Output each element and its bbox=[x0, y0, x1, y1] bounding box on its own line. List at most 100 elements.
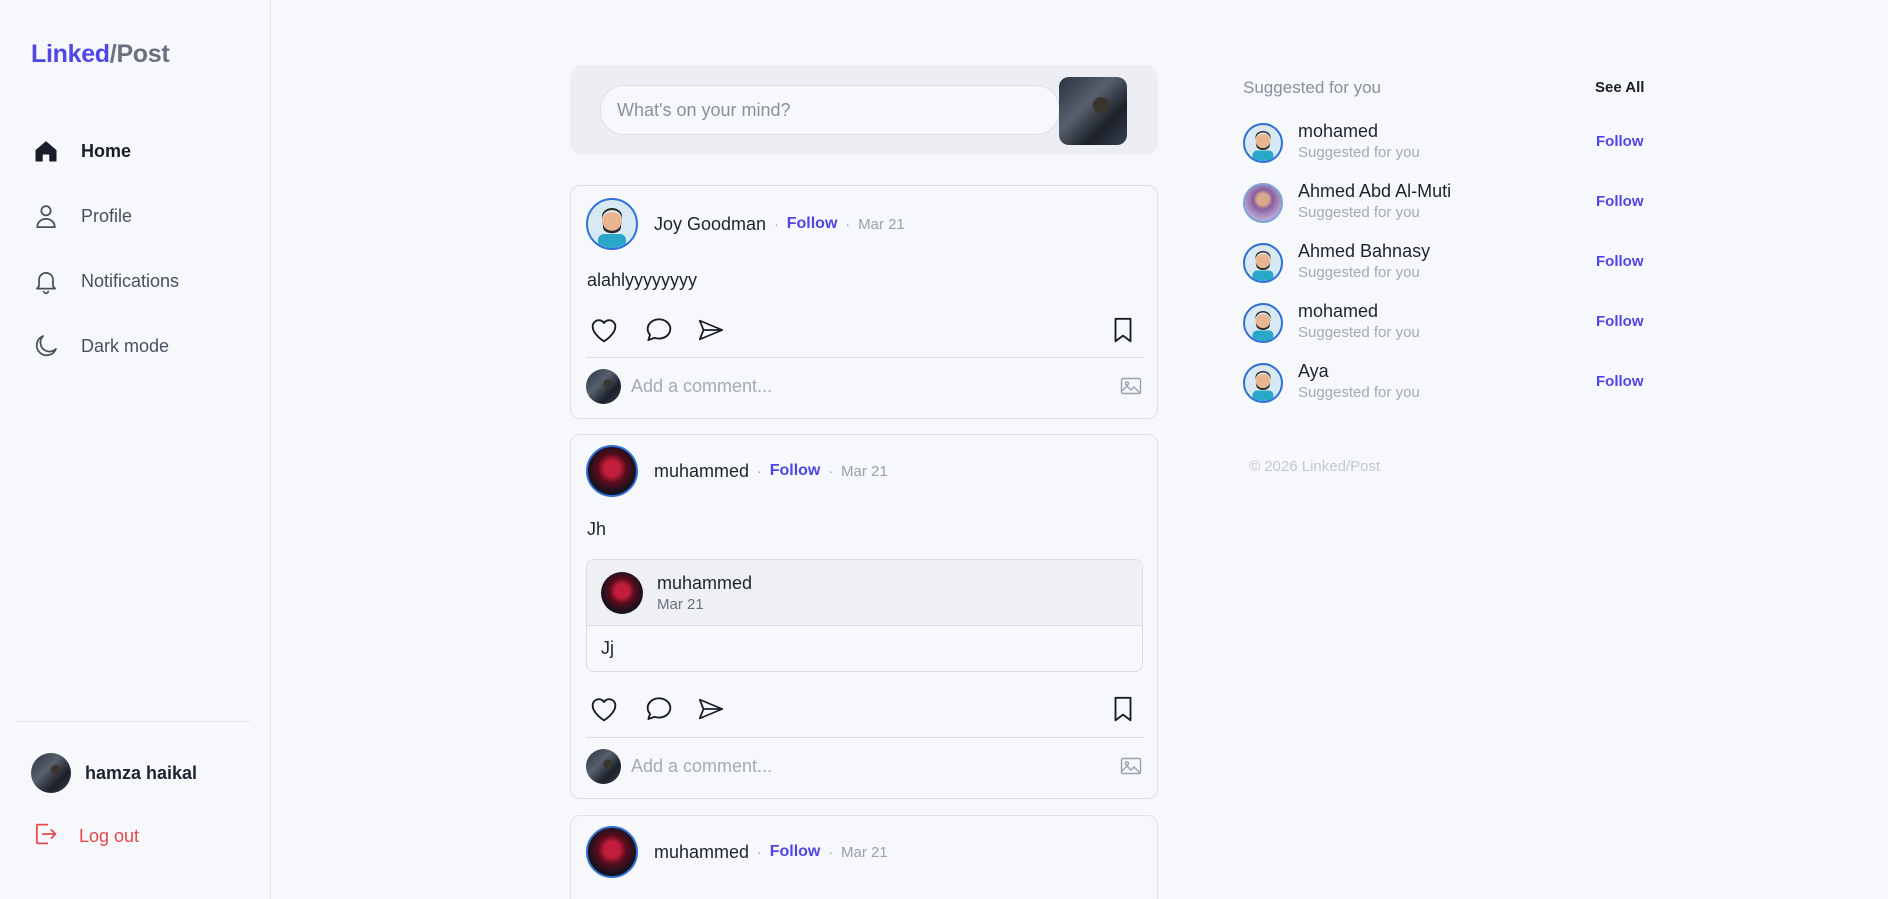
bookmark-icon[interactable] bbox=[1105, 691, 1141, 727]
composer-input[interactable] bbox=[600, 85, 1060, 135]
nav-label-home: Home bbox=[81, 140, 132, 161]
post-card: muhammed · Follow · Mar 21 bbox=[570, 815, 1158, 899]
shared-post-author: muhammed bbox=[657, 572, 753, 593]
follow-button[interactable]: Follow bbox=[1596, 373, 1644, 390]
see-all-link[interactable]: See All bbox=[1595, 79, 1644, 96]
post-author[interactable]: muhammed bbox=[654, 842, 749, 863]
comment-icon[interactable] bbox=[641, 312, 677, 348]
author-avatar[interactable] bbox=[586, 445, 638, 497]
post-actions bbox=[586, 691, 1141, 727]
bell-icon bbox=[31, 266, 61, 296]
post-author[interactable]: Joy Goodman bbox=[654, 214, 766, 235]
suggestion-name[interactable]: Ahmed Bahnasy bbox=[1298, 241, 1430, 262]
comment-input[interactable] bbox=[631, 375, 1091, 397]
nav-item-profile[interactable]: Profile bbox=[31, 198, 132, 234]
follow-button[interactable]: Follow bbox=[1596, 193, 1644, 210]
suggestion-item: mohamed Suggested for you Follow bbox=[1243, 121, 1644, 165]
current-user[interactable]: hamza haikal bbox=[31, 753, 197, 793]
share-icon[interactable] bbox=[693, 312, 729, 348]
bookmark-icon[interactable] bbox=[1105, 312, 1141, 348]
card-divider bbox=[586, 357, 1143, 358]
user-icon bbox=[31, 201, 61, 231]
comment-row bbox=[586, 368, 1143, 404]
post-header: Joy Goodman · Follow · Mar 21 bbox=[586, 198, 905, 250]
suggestions-title: Suggested for you bbox=[1243, 78, 1381, 97]
nav-label-dark-mode: Dark mode bbox=[81, 335, 170, 356]
post-date: Mar 21 bbox=[858, 215, 905, 233]
separator-dot: · bbox=[828, 463, 834, 479]
post-date: Mar 21 bbox=[841, 843, 888, 861]
follow-button[interactable]: Follow bbox=[770, 843, 821, 861]
follow-button[interactable]: Follow bbox=[770, 462, 821, 480]
avatar[interactable] bbox=[1243, 243, 1283, 283]
post-header: muhammed · Follow · Mar 21 bbox=[586, 445, 888, 497]
post-card: muhammed · Follow · Mar 21 Jh muhammed M… bbox=[570, 434, 1158, 799]
suggestion-name[interactable]: mohamed bbox=[1298, 121, 1378, 142]
avatar[interactable] bbox=[1243, 363, 1283, 403]
nav-item-home[interactable]: Home bbox=[31, 133, 131, 169]
suggestion-item: Ahmed Bahnasy Suggested for you Follow bbox=[1243, 241, 1644, 285]
share-icon[interactable] bbox=[693, 691, 729, 727]
like-icon[interactable] bbox=[586, 312, 622, 348]
like-icon[interactable] bbox=[586, 691, 622, 727]
separator-dot: · bbox=[757, 844, 762, 860]
post-date: Mar 21 bbox=[841, 462, 888, 480]
image-icon[interactable] bbox=[1119, 754, 1143, 783]
moon-icon bbox=[31, 331, 61, 361]
shared-post[interactable]: muhammed Mar 21 Jj bbox=[586, 559, 1143, 672]
comment-input[interactable] bbox=[631, 755, 1091, 777]
suggestion-subtitle: Suggested for you bbox=[1298, 144, 1420, 161]
follow-button[interactable]: Follow bbox=[787, 215, 838, 233]
post-composer bbox=[570, 65, 1158, 155]
post-author[interactable]: muhammed bbox=[654, 461, 749, 482]
logout-button[interactable]: Log out bbox=[31, 820, 139, 853]
suggestion-subtitle: Suggested for you bbox=[1298, 384, 1420, 401]
shared-post-header: muhammed Mar 21 bbox=[587, 560, 1142, 626]
sidebar: Linked/Post Home Profile Notifications D… bbox=[0, 0, 271, 899]
suggestion-subtitle: Suggested for you bbox=[1298, 204, 1420, 221]
separator-dot: · bbox=[774, 216, 779, 232]
avatar[interactable] bbox=[1243, 123, 1283, 163]
logout-label: Log out bbox=[79, 826, 140, 846]
avatar[interactable] bbox=[1243, 303, 1283, 343]
suggestion-item: mohamed Suggested for you Follow bbox=[1243, 301, 1644, 345]
follow-button[interactable]: Follow bbox=[1596, 253, 1644, 270]
comment-icon[interactable] bbox=[641, 691, 677, 727]
suggestion-name[interactable]: mohamed bbox=[1298, 301, 1378, 322]
suggestion-item: Ahmed Abd Al-Muti Suggested for you Foll… bbox=[1243, 181, 1644, 225]
post-card: Joy Goodman · Follow · Mar 21 alahlyyyyy… bbox=[570, 185, 1158, 419]
avatar bbox=[586, 748, 621, 784]
separator-dot: · bbox=[845, 216, 851, 232]
nav-item-notifications[interactable]: Notifications bbox=[31, 263, 179, 299]
card-divider bbox=[586, 737, 1143, 738]
author-avatar[interactable] bbox=[586, 826, 638, 878]
suggestion-subtitle: Suggested for you bbox=[1298, 264, 1420, 281]
avatar bbox=[586, 368, 621, 404]
post-header: muhammed · Follow · Mar 21 bbox=[586, 826, 888, 878]
separator-dot: · bbox=[828, 844, 834, 860]
author-avatar[interactable] bbox=[586, 198, 638, 250]
footer-copyright: © 2026 Linked/Post bbox=[1249, 458, 1381, 475]
nav-item-dark-mode[interactable]: Dark mode bbox=[31, 328, 169, 364]
composer-avatar[interactable] bbox=[1059, 77, 1127, 145]
nav-label-profile: Profile bbox=[81, 205, 133, 226]
shared-post-text: Jj bbox=[601, 638, 614, 658]
avatar[interactable] bbox=[1243, 183, 1283, 223]
suggestion-subtitle: Suggested for you bbox=[1298, 324, 1420, 341]
brand-logo[interactable]: Linked/Post bbox=[31, 40, 170, 69]
avatar bbox=[601, 571, 643, 614]
shared-post-date: Mar 21 bbox=[657, 595, 704, 613]
follow-button[interactable]: Follow bbox=[1596, 313, 1644, 330]
comment-row bbox=[586, 748, 1143, 784]
avatar bbox=[31, 753, 71, 793]
brand-part-2: Post bbox=[116, 40, 170, 68]
suggestion-name[interactable]: Aya bbox=[1298, 361, 1329, 382]
suggestion-item: Aya Suggested for you Follow bbox=[1243, 361, 1644, 405]
sidebar-divider bbox=[16, 721, 250, 722]
home-icon bbox=[31, 136, 61, 166]
suggestion-name[interactable]: Ahmed Abd Al-Muti bbox=[1298, 181, 1451, 202]
image-icon[interactable] bbox=[1119, 374, 1143, 403]
follow-button[interactable]: Follow bbox=[1596, 133, 1644, 150]
post-text: Jh bbox=[587, 519, 607, 539]
post-actions bbox=[586, 312, 1141, 348]
